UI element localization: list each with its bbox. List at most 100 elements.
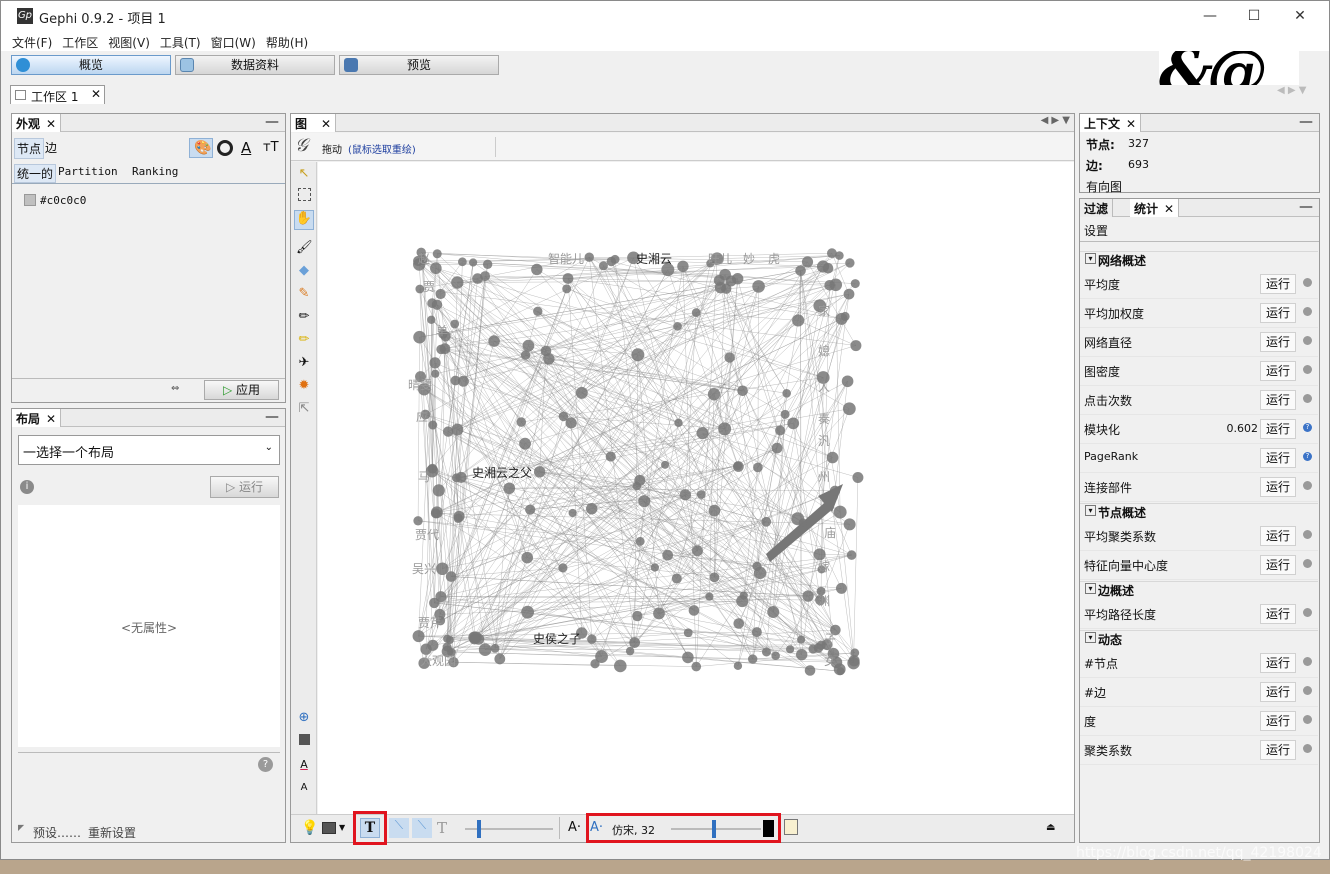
size-icon[interactable] xyxy=(217,140,233,156)
minimize-panel-icon[interactable]: — xyxy=(1299,199,1313,215)
run-layout-button[interactable]: ▷ 运行 xyxy=(210,476,279,498)
label-color-swatch[interactable] xyxy=(763,820,774,837)
stats-section-header[interactable]: 节点概述 xyxy=(1080,503,1318,521)
mode-data-button[interactable]: 数据资料 xyxy=(175,55,335,75)
menu-tools[interactable]: 工具(T) xyxy=(155,32,206,53)
menu-file[interactable]: 文件(F) xyxy=(7,32,57,53)
clipboard-icon[interactable] xyxy=(784,819,798,835)
minimize-panel-icon[interactable]: — xyxy=(1299,114,1313,130)
pointer-help-icon[interactable]: ⇱ xyxy=(296,401,312,417)
run-stat-button[interactable]: 运行 xyxy=(1260,419,1296,439)
font-color-icon[interactable]: A· xyxy=(590,820,603,835)
rect-select-icon[interactable] xyxy=(298,188,311,201)
minimize-panel-icon[interactable]: — xyxy=(265,114,279,130)
status-dot-icon[interactable] xyxy=(1303,278,1312,287)
label-color-icon[interactable]: A xyxy=(241,139,251,157)
run-stat-button[interactable]: 运行 xyxy=(1260,390,1296,410)
edge-labels-icon[interactable]: T xyxy=(437,819,447,837)
close-icon[interactable]: ✕ xyxy=(46,412,56,426)
edge-color-icon[interactable]: ⟍ xyxy=(412,818,432,838)
status-dot-icon[interactable] xyxy=(1303,657,1312,666)
graph-tab[interactable]: 图 ✕ xyxy=(291,114,337,132)
minimize-panel-icon[interactable]: — xyxy=(265,409,279,425)
stats-section-header[interactable]: 网络概述 xyxy=(1080,251,1318,269)
appearance-tab[interactable]: 外观 ✕ xyxy=(12,114,62,132)
ranking-mode-tab[interactable]: Ranking xyxy=(132,165,178,178)
drag-hand-icon[interactable]: ✋ xyxy=(294,210,314,230)
label-size-icon[interactable]: A xyxy=(296,780,312,796)
tab-scroll-arrows[interactable]: ◀ ▶ ▼ xyxy=(1041,115,1070,126)
filter-tab[interactable]: 过滤 xyxy=(1080,199,1114,217)
help-icon[interactable]: ? xyxy=(1303,452,1312,461)
presets-link[interactable]: 预设…… xyxy=(33,824,81,841)
layout-tab[interactable]: 布局 ✕ xyxy=(12,409,62,427)
status-dot-icon[interactable] xyxy=(1303,481,1312,490)
edge-scale-slider-thumb[interactable] xyxy=(477,820,481,838)
run-stat-button[interactable]: 运行 xyxy=(1260,682,1296,702)
close-icon[interactable]: ✕ xyxy=(1126,117,1136,131)
close-button[interactable]: ✕ xyxy=(1277,3,1323,29)
palette-icon[interactable]: 🎨 xyxy=(194,140,211,156)
status-dot-icon[interactable] xyxy=(1303,307,1312,316)
status-dot-icon[interactable] xyxy=(1303,530,1312,539)
label-font-icon[interactable]: A· xyxy=(568,820,581,835)
layout-select[interactable]: 一选择一个布局 ⌄ xyxy=(18,435,280,465)
partition-mode-tab[interactable]: Partition xyxy=(58,165,118,178)
run-stat-button[interactable]: 运行 xyxy=(1260,361,1296,381)
help-icon[interactable]: ? xyxy=(1303,423,1312,432)
run-stat-button[interactable]: 运行 xyxy=(1260,274,1296,294)
info-icon[interactable]: i xyxy=(20,480,34,494)
apply-button[interactable]: ▷ 应用 xyxy=(204,380,279,400)
workspace-tab[interactable]: 工作区 1 ✕ xyxy=(10,85,105,104)
minimize-button[interactable]: — xyxy=(1187,3,1233,29)
mode-preview-button[interactable]: 预览 xyxy=(339,55,499,75)
label-size-slider-thumb[interactable] xyxy=(712,820,716,838)
status-dot-icon[interactable] xyxy=(1303,715,1312,724)
screenshot-icon[interactable] xyxy=(322,822,336,834)
menu-workspace[interactable]: 工作区 xyxy=(57,32,103,53)
close-icon[interactable]: ✕ xyxy=(321,117,331,131)
brush-icon[interactable]: 🖌 xyxy=(296,240,313,256)
mode-overview-button[interactable]: 概览 xyxy=(11,55,171,75)
menu-view[interactable]: 视图(V) xyxy=(103,32,155,53)
status-dot-icon[interactable] xyxy=(1303,608,1312,617)
statistics-tab[interactable]: 统计 ✕ xyxy=(1130,199,1180,217)
status-dot-icon[interactable] xyxy=(1303,336,1312,345)
font-setting[interactable]: 仿宋, 32 xyxy=(612,822,655,838)
status-dot-icon[interactable] xyxy=(1303,394,1312,403)
color-swatch[interactable] xyxy=(24,194,36,206)
run-stat-button[interactable]: 运行 xyxy=(1260,653,1296,673)
run-stat-button[interactable]: 运行 xyxy=(1260,303,1296,323)
dropdown-arrow-icon[interactable]: ▼ xyxy=(339,823,345,832)
label-size-icon[interactable]: тT xyxy=(263,140,279,155)
graph-canvas[interactable]: 史湘云 史湘云之父 史侯之子 赵贾单晴雯应马贾代 吴兴 贾芹 大观园 智能儿 旺儿妙虎家媳人奏汎… xyxy=(318,162,1074,814)
lightbulb-icon[interactable]: 💡 xyxy=(301,820,318,836)
gear-icon[interactable]: ✹ xyxy=(296,378,312,394)
airplane-icon[interactable]: ✈ xyxy=(296,355,312,371)
run-stat-button[interactable]: 运行 xyxy=(1260,332,1296,352)
stats-section-header[interactable]: 动态 xyxy=(1080,630,1318,648)
run-stat-button[interactable]: 运行 xyxy=(1260,526,1296,546)
pointer-icon[interactable]: ↖ xyxy=(296,166,312,182)
context-tab[interactable]: 上下文 ✕ xyxy=(1080,114,1142,132)
diamond-icon[interactable]: ◆ xyxy=(296,263,312,279)
status-dot-icon[interactable] xyxy=(1303,744,1312,753)
nodes-subtab[interactable]: 节点 xyxy=(14,138,45,159)
status-dot-icon[interactable] xyxy=(1303,365,1312,374)
run-stat-button[interactable]: 运行 xyxy=(1260,711,1296,731)
run-stat-button[interactable]: 运行 xyxy=(1260,740,1296,760)
run-stat-button[interactable]: 运行 xyxy=(1260,555,1296,575)
settings-label[interactable]: 设置 xyxy=(1084,222,1108,239)
show-labels-icon[interactable]: T xyxy=(360,818,380,838)
label-size-slider[interactable] xyxy=(671,828,761,830)
stats-section-header[interactable]: 边概述 xyxy=(1080,581,1318,599)
status-dot-icon[interactable] xyxy=(1303,686,1312,695)
close-icon[interactable]: ✕ xyxy=(46,117,56,131)
run-stat-button[interactable]: 运行 xyxy=(1260,477,1296,497)
link-icon[interactable]: ⇔ xyxy=(171,383,179,394)
unique-mode-tab[interactable]: 统一的 xyxy=(14,164,57,183)
workspace-close-icon[interactable]: ✕ xyxy=(91,87,101,101)
eject-icon[interactable]: ⏏ xyxy=(1046,822,1055,833)
reset-link[interactable]: 重新设置 xyxy=(88,824,136,841)
zoom-icon[interactable]: ⊕ xyxy=(296,710,312,726)
